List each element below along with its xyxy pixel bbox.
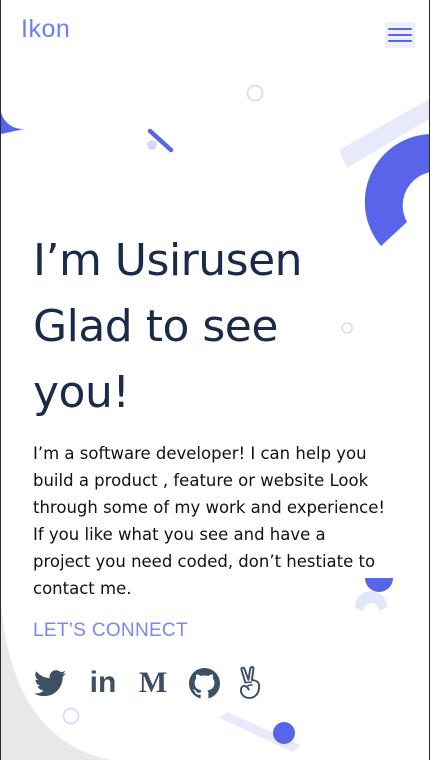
bio-line: build a product , feature or website Loo…	[33, 471, 369, 491]
lets-connect-link[interactable]: LET’S CONNECT	[33, 620, 188, 642]
linkedin-glyph: in	[89, 666, 117, 699]
headline-line: I’m Usirusen	[33, 235, 303, 286]
brand-logo[interactable]: Ikon	[21, 15, 70, 44]
linkedin-icon[interactable]: in	[87, 666, 119, 700]
bio-line: through some of my work and experience!	[33, 498, 385, 518]
hero-headline: I’m Usirusen Glad to see you!	[33, 228, 413, 426]
twitter-icon[interactable]	[33, 666, 67, 700]
headline-line: you!	[33, 367, 130, 418]
medium-glyph: M	[138, 666, 168, 699]
bio-line: If you like what you see and have a	[33, 525, 326, 545]
menu-bar	[388, 28, 412, 30]
menu-bar	[388, 34, 412, 36]
github-icon[interactable]	[187, 666, 221, 700]
headline-line: Glad to see	[33, 301, 278, 352]
medium-icon[interactable]: M	[137, 666, 169, 700]
bio-line: project you need coded, don’t hestiate t…	[33, 552, 376, 572]
bio-line: contact me.	[33, 579, 132, 599]
bio-line: I’m a software developer! I can help you	[33, 444, 367, 463]
menu-bar	[388, 40, 412, 42]
hero-bio: I’m a software developer! I can help you…	[33, 440, 423, 602]
page-frame: Ikon I’m Usirusen Glad to see you! I’m a…	[0, 0, 430, 760]
hamburger-menu-icon[interactable]	[385, 22, 415, 48]
angellist-icon[interactable]	[235, 666, 265, 700]
